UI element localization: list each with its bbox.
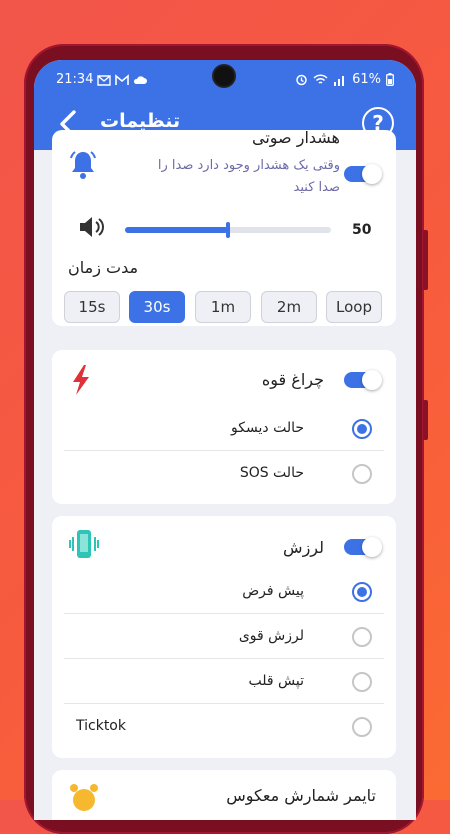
duration-option-button[interactable]: 1m xyxy=(195,291,251,323)
flashlight-option-label: حالت دیسکو xyxy=(231,419,304,436)
flashlight-option-row[interactable]: حالت دیسکو xyxy=(52,406,396,451)
vibration-radio[interactable] xyxy=(352,716,372,737)
alarm-icon xyxy=(296,74,307,86)
vibration-option-row[interactable]: لرزش قوی xyxy=(52,614,396,659)
vibration-radio[interactable] xyxy=(352,671,372,692)
battery-percent: 61% xyxy=(352,72,381,87)
vibrate-phone-icon xyxy=(69,530,99,558)
settings-list[interactable]: هشدار صوتی وقتی یک هشدار وجود دارد صدا ر… xyxy=(34,128,416,820)
vibration-title: لرزش xyxy=(283,538,324,557)
volume-slider[interactable] xyxy=(125,222,331,238)
page-title: تنظیمات xyxy=(100,110,181,132)
sound-alarm-toggle[interactable] xyxy=(344,164,382,184)
volume-thumb[interactable] xyxy=(226,222,230,238)
mail-icon xyxy=(97,74,112,86)
flashlight-card: چراغ قوه حالت دیسکو حالت SOS xyxy=(52,350,396,504)
flashlight-option-label: حالت SOS xyxy=(239,464,304,481)
volume-value: 50 xyxy=(352,222,372,238)
vibration-toggle[interactable] xyxy=(344,537,382,557)
duration-option-button[interactable]: 15s xyxy=(64,291,120,323)
front-camera xyxy=(214,66,234,86)
vibration-option-label: لرزش قوی xyxy=(238,627,304,644)
sound-alarm-description: وقتی یک هشدار وجود دارد صدا را صدا کنید xyxy=(120,155,340,199)
vibration-option-label: تپش قلب xyxy=(248,672,305,689)
vibration-option-label: Ticktok xyxy=(76,717,126,734)
sound-alarm-title: هشدار صوتی xyxy=(251,128,340,147)
flashlight-radio[interactable] xyxy=(352,418,372,439)
speaker-icon xyxy=(80,217,104,237)
sound-alarm-card: هشدار صوتی وقتی یک هشدار وجود دارد صدا ر… xyxy=(52,128,396,326)
bell-icon xyxy=(70,151,96,179)
lightning-icon xyxy=(73,365,89,395)
status-time: 21:34 xyxy=(56,72,94,87)
flashlight-radio[interactable] xyxy=(352,463,372,484)
battery-icon xyxy=(386,73,394,86)
duration-option-button[interactable]: 2m xyxy=(261,291,317,323)
gmail-icon xyxy=(115,73,130,85)
status-left: 21:34 xyxy=(56,72,148,87)
vibration-radio[interactable] xyxy=(352,626,372,647)
vibration-option-row[interactable]: تپش قلب xyxy=(52,659,396,704)
description-line: وقتی یک هشدار وجود دارد صدا را xyxy=(157,158,340,173)
status-right: 61% xyxy=(295,72,394,87)
signal-icon xyxy=(334,75,345,86)
duration-option-button[interactable]: Loop xyxy=(326,291,382,323)
flashlight-title: چراغ قوه xyxy=(261,370,324,389)
cloud-icon xyxy=(134,75,148,84)
phone-side-button xyxy=(423,400,428,440)
alarm-clock-icon xyxy=(70,784,98,811)
countdown-timer-card: تایمر شمارش معکوس xyxy=(52,770,396,820)
wifi-icon xyxy=(313,73,328,84)
volume-fill xyxy=(125,227,228,233)
vibration-radio[interactable] xyxy=(352,581,372,602)
countdown-timer-title: تایمر شمارش معکوس xyxy=(226,786,376,805)
status-bar: 21:34 61% xyxy=(34,60,416,98)
vibration-option-row[interactable]: Ticktok xyxy=(52,704,396,749)
duration-label: مدت زمان xyxy=(68,258,139,277)
vibration-option-label: پیش فرض xyxy=(242,582,304,599)
flashlight-option-row[interactable]: حالت SOS xyxy=(52,451,396,496)
vibration-option-row[interactable]: پیش فرض xyxy=(52,569,396,614)
duration-options: 15s 30s 1m 2m Loop xyxy=(64,291,384,323)
vibration-card: لرزش پیش فرض لرزش قوی تپش قلب Ticktok xyxy=(52,516,396,758)
description-line: صدا کنید xyxy=(293,180,340,195)
duration-option-button[interactable]: 30s xyxy=(129,291,185,323)
flashlight-toggle[interactable] xyxy=(344,370,382,390)
app-screen: 21:34 61% تنظیمات ? هشدار صوتی وقتی یک ه… xyxy=(34,60,416,820)
phone-side-button xyxy=(423,230,428,290)
